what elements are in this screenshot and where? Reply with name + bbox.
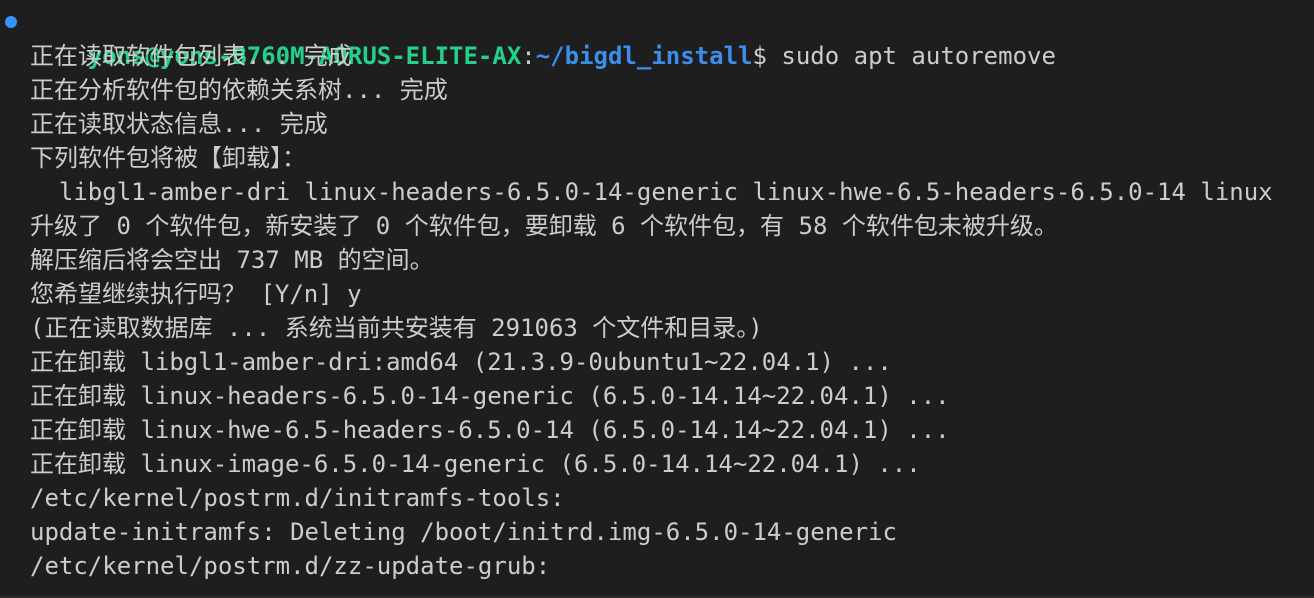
output-line: /etc/kernel/postrm.d/zz-update-grub: — [30, 552, 551, 580]
output-line: /etc/kernel/postrm.d/initramfs-tools: — [30, 484, 565, 512]
output-line: 正在卸载 linux-image-6.5.0-14-generic (6.5.0… — [30, 450, 921, 478]
output-line: (正在读取数据库 ... 系统当前共安装有 291063 个文件和目录。) — [30, 314, 763, 342]
output-line: libgl1-amber-dri linux-headers-6.5.0-14-… — [30, 178, 1273, 206]
output-line: 正在卸载 linux-headers-6.5.0-14-generic (6.5… — [30, 382, 950, 410]
output-line: update-initramfs: Deleting /boot/initrd.… — [30, 518, 897, 546]
output-line: 您希望继续执行吗？ [Y/n] y — [30, 280, 362, 308]
output-line: 下列软件包将被【卸载】： — [30, 144, 306, 172]
prompt-command: sudo apt autoremove — [766, 42, 1056, 70]
output-line: 正在卸载 libgl1-amber-dri:amd64 (21.3.9-0ubu… — [30, 348, 892, 376]
output-line: 解压缩后将会空出 737 MB 的空间。 — [30, 246, 434, 274]
prompt-path: ~/bigdl_install — [535, 42, 753, 70]
prompt-colon: : — [521, 42, 536, 70]
prompt-dollar: $ — [752, 42, 767, 70]
prompt-line: yons@yons-B760M-AORUS-ELITE-AX:~/bigdl_i… — [30, 5, 1056, 70]
output-line: 正在卸载 linux-hwe-6.5-headers-6.5.0-14 (6.5… — [30, 416, 950, 444]
command-status-dot-icon[interactable] — [5, 16, 17, 28]
output-line: 正在分析软件包的依赖关系树... 完成 — [30, 76, 448, 104]
output-line: 升级了 0 个软件包，新安装了 0 个软件包，要卸载 6 个软件包，有 58 个… — [30, 212, 1058, 240]
output-line: 正在读取软件包列表... 完成 — [30, 42, 352, 70]
output-line: 正在读取状态信息... 完成 — [30, 110, 328, 138]
terminal-window[interactable]: yons@yons-B760M-AORUS-ELITE-AX:~/bigdl_i… — [0, 0, 1314, 598]
